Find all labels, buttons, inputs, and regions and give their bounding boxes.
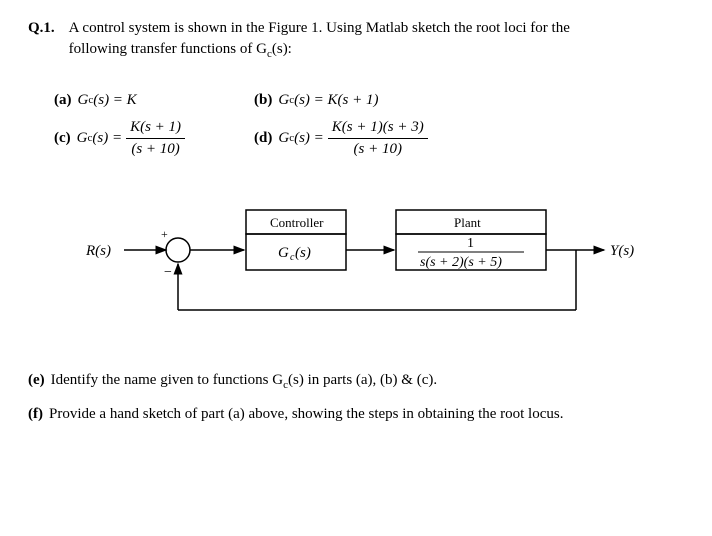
input-label: R(s) (85, 243, 111, 259)
question-text: A control system is shown in the Figure … (69, 18, 684, 62)
question-header: Q.1. A control system is shown in the Fi… (28, 18, 684, 62)
qtext-line2: following transfer functions of G (69, 41, 267, 57)
part-e-label: (e) (28, 370, 45, 393)
part-c-den: (s + 10) (127, 139, 183, 160)
part-c-lhs: G (77, 128, 88, 149)
svg-text:(s): (s) (295, 245, 311, 261)
part-d-arg: (s) = (294, 128, 324, 149)
qtext-line1: A control system is shown in the Figure … (69, 20, 570, 36)
controller-tf: G (278, 245, 289, 261)
part-f: (f) Provide a hand sketch of part (a) ab… (28, 404, 684, 425)
part-b-lhs: G (278, 90, 289, 111)
part-a-lhs: G (78, 90, 89, 111)
block-diagram: R(s) + − Controller G c (s) Plant 1 s(s … (76, 200, 636, 330)
part-e: (e) Identify the name given to functions… (28, 370, 684, 393)
qtext-line2end: (s): (272, 41, 292, 57)
controller-label: Controller (270, 215, 324, 230)
part-d: (d) Gc(s) = K(s + 1)(s + 3) (s + 10) (254, 117, 514, 160)
part-c-num: K(s + 1) (126, 117, 185, 139)
part-b: (b) Gc(s) = K(s + 1) (254, 90, 514, 111)
diagram-svg: R(s) + − Controller G c (s) Plant 1 s(s … (76, 200, 636, 330)
part-b-label: (b) (254, 90, 272, 111)
part-d-den: (s + 10) (350, 139, 406, 160)
plant-label: Plant (454, 215, 481, 230)
part-d-num: K(s + 1)(s + 3) (328, 117, 428, 139)
plus-sign: + (161, 227, 168, 241)
part-c-arg: (s) = (92, 128, 122, 149)
part-e-text: Identify the name given to functions Gc(… (51, 370, 437, 393)
minus-sign: − (164, 265, 172, 280)
part-c-frac: K(s + 1) (s + 10) (126, 117, 185, 160)
question-number: Q.1. (28, 18, 55, 62)
part-a: (a) Gc(s) = K (54, 90, 254, 111)
part-d-label: (d) (254, 128, 272, 149)
parts-grid: (a) Gc(s) = K (b) Gc(s) = K(s + 1) (c) G… (54, 90, 684, 160)
part-f-label: (f) (28, 404, 43, 425)
part-b-arg: (s) = K(s + 1) (294, 90, 378, 111)
part-f-text: Provide a hand sketch of part (a) above,… (49, 404, 563, 425)
output-label: Y(s) (610, 243, 634, 259)
footer-parts: (e) Identify the name given to functions… (28, 370, 684, 424)
plant-den: s(s + 2)(s + 5) (420, 255, 502, 270)
part-a-arg: (s) = K (93, 90, 136, 111)
part-d-lhs: G (278, 128, 289, 149)
part-a-label: (a) (54, 90, 72, 111)
part-c-label: (c) (54, 128, 71, 149)
plant-num: 1 (467, 236, 474, 251)
part-d-frac: K(s + 1)(s + 3) (s + 10) (328, 117, 428, 160)
part-c: (c) Gc(s) = K(s + 1) (s + 10) (54, 117, 254, 160)
